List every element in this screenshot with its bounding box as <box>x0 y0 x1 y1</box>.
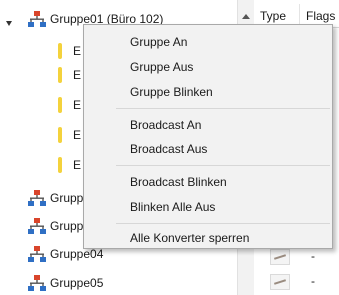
tree-child-label: E <box>73 44 82 58</box>
line-type-icon <box>270 274 290 290</box>
context-menu: Gruppe An Gruppe Aus Gruppe Blinken Broa… <box>83 24 333 249</box>
indicator-bar-icon <box>58 97 62 113</box>
line-type-icon <box>270 249 290 265</box>
menu-item-gruppe-aus[interactable]: Gruppe Aus <box>84 55 332 79</box>
scroll-up-icon[interactable] <box>242 14 250 19</box>
tree-child-label: E <box>73 128 82 142</box>
menu-item-broadcast-an[interactable]: Broadcast An <box>84 113 332 137</box>
tree-child-row[interactable]: E <box>58 124 81 146</box>
network-group-icon <box>28 246 46 262</box>
grid-row[interactable]: - <box>254 271 339 293</box>
indicator-bar-icon <box>58 157 62 173</box>
tree-group-label: Gruppe05 <box>50 276 104 290</box>
indicator-bar-icon <box>58 67 62 83</box>
tree-child-row[interactable]: E <box>58 94 81 116</box>
tree-child-row[interactable]: E <box>58 40 81 62</box>
menu-item-alle-konverter-sperren[interactable]: Alle Konverter sperren <box>84 226 332 250</box>
menu-item-gruppe-an[interactable]: Gruppe An <box>84 30 332 54</box>
tree-child-label: E <box>73 68 82 82</box>
menu-separator <box>116 223 330 224</box>
tree-row-group-05[interactable]: Gruppe05 <box>28 272 103 294</box>
network-group-icon <box>28 218 46 234</box>
indicator-bar-icon <box>58 43 62 59</box>
menu-item-gruppe-blinken[interactable]: Gruppe Blinken <box>84 80 332 104</box>
network-group-icon <box>28 11 46 27</box>
tree-child-label: E <box>73 98 82 112</box>
tree-child-label: E <box>73 158 82 172</box>
expander-icon[interactable] <box>6 21 12 26</box>
network-group-icon <box>28 275 46 291</box>
tree-child-row[interactable]: E <box>58 64 81 86</box>
menu-separator <box>116 108 330 109</box>
tree-child-row[interactable]: E <box>58 154 81 176</box>
grid-cell-value: - <box>311 249 315 263</box>
indicator-bar-icon <box>58 127 62 143</box>
menu-item-blinken-alle-aus[interactable]: Blinken Alle Aus <box>84 195 332 219</box>
network-group-icon <box>28 190 46 206</box>
menu-item-broadcast-blinken[interactable]: Broadcast Blinken <box>84 170 332 194</box>
menu-item-broadcast-aus[interactable]: Broadcast Aus <box>84 137 332 161</box>
menu-separator <box>116 165 330 166</box>
grid-cell-value: - <box>311 274 315 288</box>
